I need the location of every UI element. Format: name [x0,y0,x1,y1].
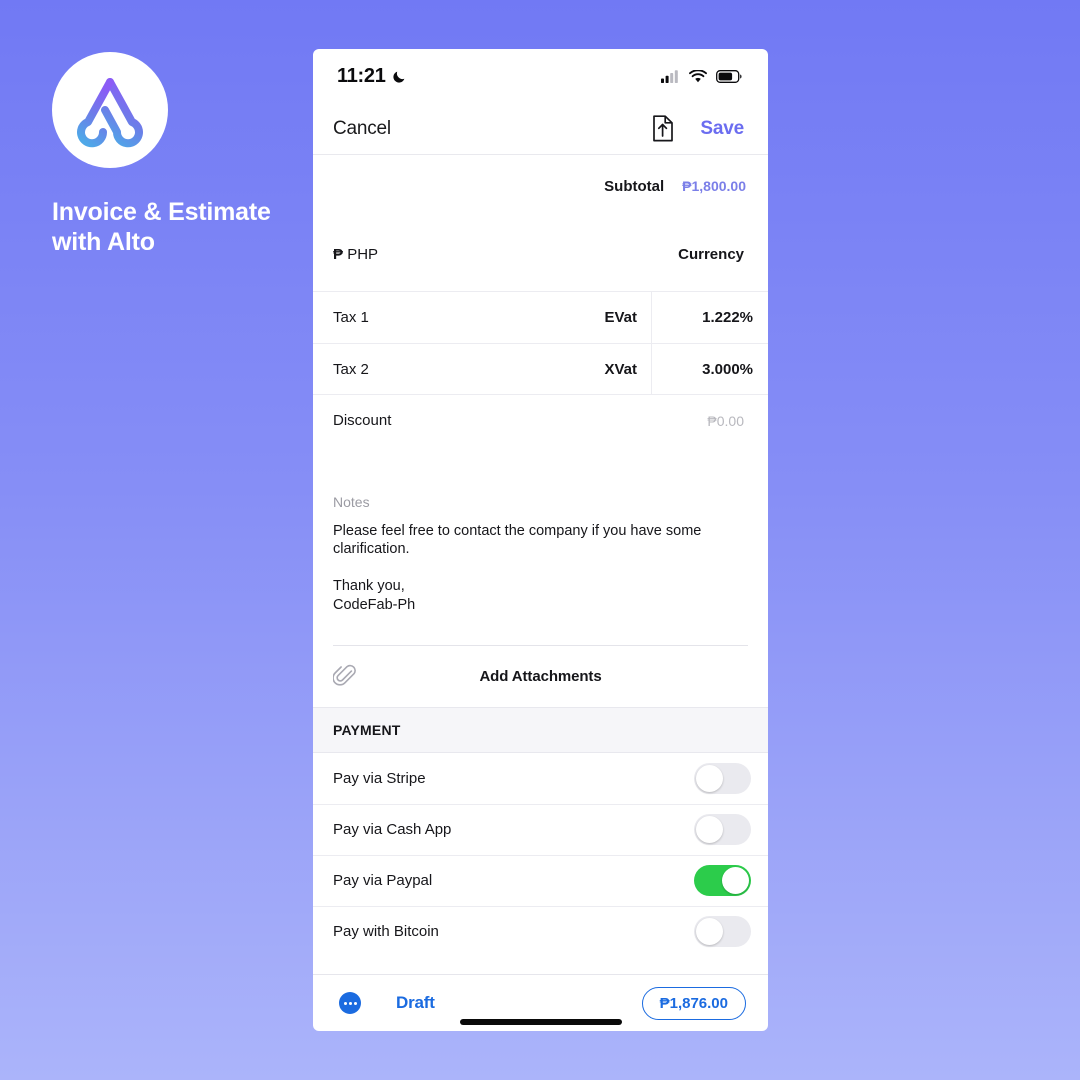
notes-signature: Thank you, CodeFab-Ph [333,578,416,613]
toggle-knob [696,764,723,792]
status-bar-right [661,69,742,83]
notes-body: Please feel free to contact the company … [333,523,702,557]
tax-table: Tax 1 EVat 1.222% Tax 2 XVat 3.000% [313,291,768,394]
pay-paypal-toggle[interactable] [694,865,751,897]
currency-code: PHP [347,245,379,263]
branding-title: Invoice & Estimate with Alto [52,198,271,256]
toggle-knob [696,816,723,844]
pay-bitcoin-label: Pay with Bitcoin [333,923,439,941]
currency-row[interactable]: ₱ PHP Currency [313,217,768,291]
pay-stripe-label: Pay via Stripe [333,769,426,787]
pay-paypal-label: Pay via Paypal [333,872,433,890]
alto-a-logo-icon [77,78,143,148]
branding-block: Invoice & Estimate with Alto [52,52,292,257]
invoice-total-button[interactable]: ₱1,876.00 [641,986,746,1020]
crescent-moon-icon [392,71,404,83]
phone-mockup: 11:21 Cancel Save Subtotal ₱1,800.00 ₱ P… [313,49,768,1031]
list-item[interactable]: Pay via Stripe [313,753,768,804]
invoice-form-body: Subtotal ₱1,800.00 ₱ PHP Currency Tax 1 … [313,155,768,974]
payment-section-header: PAYMENT [313,706,768,753]
discount-label: Discount [333,412,392,429]
status-badge[interactable]: Draft [396,993,435,1013]
tax-2-main[interactable]: Tax 2 XVat [313,344,652,394]
dot [353,1001,357,1005]
cellular-signal-icon [661,69,678,83]
pay-stripe-toggle[interactable] [694,762,751,794]
discount-row[interactable]: Discount ₱0.00 [313,394,768,446]
status-time: 11:21 [337,64,386,87]
tax-1-label: Tax 1 [333,309,369,326]
discount-value: ₱0.00 [707,412,744,429]
add-attachments-button[interactable]: Add Attachments [333,644,748,707]
tax-1-main[interactable]: Tax 1 EVat [313,292,652,343]
toggle-knob [696,918,723,946]
alto-app-logo [52,52,168,168]
cancel-button[interactable]: Cancel [333,118,391,140]
document-export-icon[interactable] [651,115,674,142]
payment-methods-list: Pay via Stripe Pay via Cash App Pay via … [313,753,768,957]
subtotal-row: Subtotal ₱1,800.00 [313,155,768,217]
bottom-action-bar: Draft ₱1,876.00 [313,974,768,1031]
table-row[interactable]: Tax 1 EVat 1.222% [313,292,768,343]
subtotal-value: ₱1,800.00 [682,178,746,194]
wifi-icon [689,69,707,82]
tax-2-rate[interactable]: 3.000% [652,344,768,394]
navigation-bar: Cancel Save [313,103,768,155]
dot [343,1001,347,1005]
attachments-section: Add Attachments [313,644,768,707]
table-row[interactable]: Tax 2 XVat 3.000% [313,343,768,394]
pay-bitcoin-toggle[interactable] [694,916,751,948]
tax-2-type: XVat [604,360,637,378]
notes-section[interactable]: Notes Please feel free to contact the co… [313,446,768,614]
save-button[interactable]: Save [700,118,744,140]
pay-cashapp-label: Pay via Cash App [333,821,452,839]
subtotal-label: Subtotal [604,177,665,195]
list-item[interactable]: Pay via Paypal [313,854,768,906]
tax-2-label: Tax 2 [333,360,369,378]
currency-field-label: Currency [678,245,744,263]
pay-cashapp-toggle[interactable] [694,814,751,846]
add-attachments-label: Add Attachments [479,667,602,685]
home-indicator [459,1019,622,1025]
list-item[interactable]: Pay via Cash App [313,803,768,855]
battery-icon [716,69,742,83]
navigation-bar-actions: Save [651,115,744,142]
dot [348,1001,352,1005]
notes-label: Notes [333,494,370,510]
status-bar: 11:21 [313,49,768,103]
currency-code-label: ₱ PHP [333,246,378,263]
tax-1-type: EVat [604,309,637,326]
toggle-knob [722,867,749,895]
tax-1-rate[interactable]: 1.222% [652,292,768,343]
more-options-icon[interactable] [339,992,361,1014]
currency-symbol: ₱ [333,245,344,263]
list-item[interactable]: Pay with Bitcoin [313,905,768,957]
status-bar-left: 11:21 [337,65,407,88]
